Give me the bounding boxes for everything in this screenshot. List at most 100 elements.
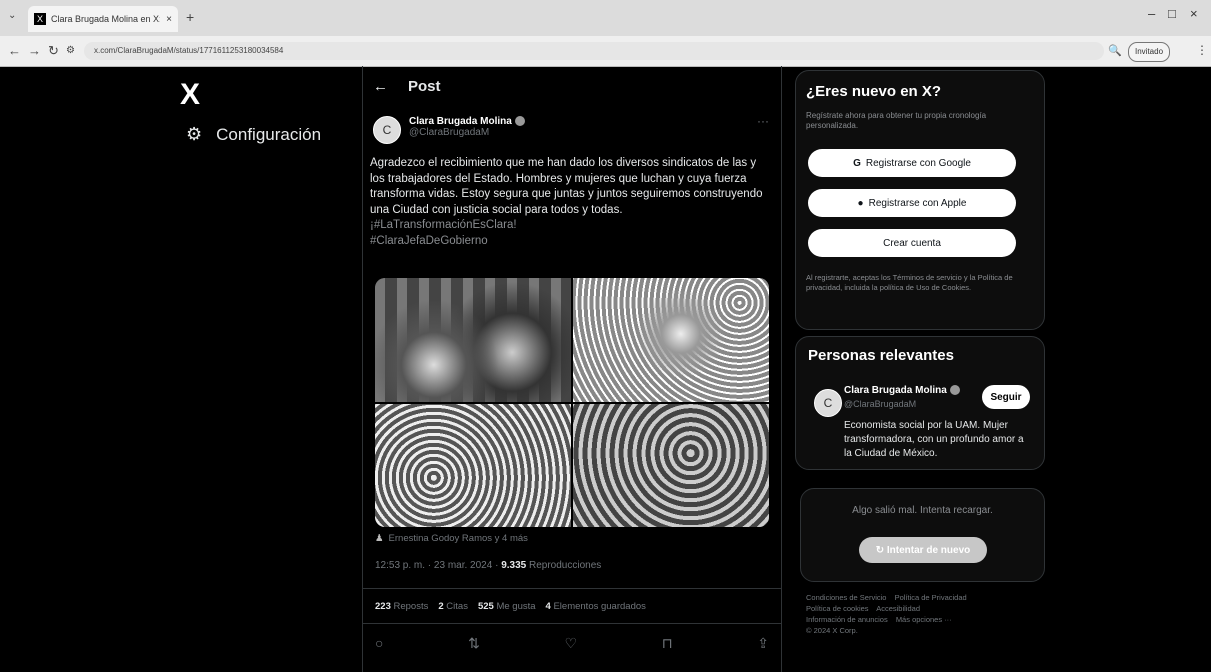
retry-button[interactable]: ↻ Intentar de nuevo bbox=[859, 537, 987, 563]
author-name[interactable]: Clara Brugada Molina bbox=[409, 116, 512, 127]
follow-button[interactable]: Seguir bbox=[982, 385, 1030, 409]
author-handle[interactable]: @ClaraBrugadaM bbox=[409, 127, 525, 138]
timestamp-text[interactable]: 12:53 p. m. · 23 mar. 2024 · bbox=[375, 560, 501, 571]
tab-close-icon[interactable]: × bbox=[166, 14, 172, 25]
retry-label: Intentar de nuevo bbox=[886, 544, 971, 556]
hashtag-link[interactable]: ¡#LaTransformaciónEsClara! bbox=[370, 219, 517, 231]
tagged-label: Ernestina Godoy Ramos y 4 más bbox=[388, 533, 528, 544]
minimize-button[interactable]: – bbox=[1148, 6, 1155, 21]
likes-count: 525 bbox=[477, 601, 494, 612]
page-title: Post bbox=[408, 78, 441, 95]
x-logo[interactable]: X bbox=[180, 78, 200, 112]
footer-link[interactable]: Condiciones de Servicio bbox=[806, 593, 886, 602]
verified-badge-icon bbox=[514, 116, 525, 127]
relevant-name[interactable]: Clara Brugada Molina bbox=[844, 385, 960, 396]
tab-search-icon[interactable]: ⌄ bbox=[8, 10, 16, 21]
signup-description: Regístrate ahora para obtener tu propia … bbox=[806, 111, 987, 130]
forward-arrow-icon[interactable]: → bbox=[28, 43, 41, 58]
relevant-handle[interactable]: @ClaraBrugadaM bbox=[844, 399, 916, 409]
browser-menu-icon[interactable]: ⋮ bbox=[1196, 43, 1208, 57]
divider bbox=[363, 588, 781, 589]
avatar[interactable]: C bbox=[373, 116, 401, 144]
bookmarks-count: 4 bbox=[545, 601, 551, 612]
views-count: 9.335 bbox=[501, 560, 527, 571]
google-signup-label: Registrarse con Google bbox=[865, 157, 971, 169]
post-photo-3[interactable] bbox=[375, 404, 571, 527]
google-signup-button[interactable]: G Registrarse con Google bbox=[808, 149, 1016, 177]
close-window-button[interactable]: × bbox=[1190, 6, 1198, 21]
post-author[interactable]: C Clara Brugada Molina @ClaraBrugadaM bbox=[373, 116, 525, 144]
zoom-icon[interactable]: 🔍 bbox=[1108, 44, 1122, 57]
post-timestamp: 12:53 p. m. · 23 mar. 2024 · 9.335 Repro… bbox=[375, 560, 601, 571]
relevant-name-text: Clara Brugada Molina bbox=[844, 385, 947, 396]
relevant-bio: Economista social por la UAM. Mujer tran… bbox=[844, 420, 1024, 459]
reposts-stat[interactable]: 223 Reposts bbox=[375, 601, 428, 612]
address-bar: ← → ↻ ⚙ x.com/ClaraBrugadaM/status/17716… bbox=[0, 36, 1211, 67]
create-account-button[interactable]: Crear cuenta bbox=[808, 229, 1016, 257]
settings-link[interactable]: ⚙ Configuración bbox=[186, 124, 321, 145]
quotes-label: Citas bbox=[446, 601, 468, 612]
relevant-people-card: Personas relevantes C Clara Brugada Moli… bbox=[795, 336, 1045, 470]
likes-stat[interactable]: 525 Me gusta bbox=[478, 601, 536, 612]
url-field[interactable]: x.com/ClaraBrugadaM/status/1771611253180… bbox=[84, 42, 1104, 60]
footer-link[interactable]: Política de Privacidad bbox=[895, 593, 967, 602]
browser-tab[interactable]: X Clara Brugada Molina en X: "A × bbox=[28, 6, 178, 32]
post-stats: 223 Reposts 2 Citas 525 Me gusta 4 Eleme… bbox=[375, 601, 646, 612]
views-label: Reproducciones bbox=[526, 560, 602, 571]
tagged-people[interactable]: ♟ Ernestina Godoy Ramos y 4 más bbox=[375, 533, 528, 544]
bookmarks-stat: 4 Elementos guardados bbox=[546, 601, 646, 612]
guest-profile-button[interactable]: Invitado bbox=[1128, 42, 1171, 62]
reload-icon[interactable]: ↻ bbox=[48, 43, 59, 59]
new-tab-button[interactable]: + bbox=[186, 9, 194, 25]
post-photo-4[interactable] bbox=[573, 404, 769, 527]
verified-badge-icon bbox=[949, 385, 960, 396]
gear-icon: ⚙ bbox=[186, 124, 203, 144]
back-arrow-icon[interactable]: ← bbox=[8, 43, 21, 58]
signup-card: ¿Eres nuevo en X? Regístrate ahora para … bbox=[795, 70, 1045, 330]
reposts-count: 223 bbox=[375, 601, 391, 612]
footer-link[interactable]: Política de cookies bbox=[806, 604, 869, 613]
settings-label: Configuración bbox=[216, 124, 322, 144]
footer-link[interactable]: Más opciones ··· bbox=[896, 615, 952, 624]
divider bbox=[363, 623, 781, 624]
bookmark-icon[interactable]: ⊓ bbox=[662, 635, 673, 652]
hashtag-link[interactable]: #ClaraJefaDeGobierno bbox=[370, 235, 488, 247]
footer-links: Condiciones de Servicio Política de Priv… bbox=[806, 592, 1042, 636]
relevant-title: Personas relevantes bbox=[808, 347, 954, 364]
share-icon[interactable]: ⇪ bbox=[757, 635, 769, 652]
google-icon: G bbox=[853, 157, 861, 169]
quotes-count: 2 bbox=[438, 601, 444, 612]
post-actions: ○ ⇅ ♡ ⊓ ⇪ bbox=[375, 635, 769, 652]
site-info-icon[interactable]: ⚙ bbox=[66, 45, 75, 56]
apple-signup-button[interactable]: ● Registrarse con Apple bbox=[808, 189, 1016, 217]
x-favicon-icon: X bbox=[34, 13, 46, 25]
photo-grid bbox=[375, 278, 769, 527]
reposts-label: Reposts bbox=[393, 601, 429, 612]
copyright: © 2024 X Corp. bbox=[806, 626, 858, 635]
like-icon[interactable]: ♡ bbox=[564, 635, 577, 652]
repost-icon[interactable]: ⇅ bbox=[468, 635, 480, 652]
person-icon: ♟ bbox=[375, 533, 384, 544]
bookmarks-label: Elementos guardados bbox=[553, 601, 646, 612]
more-options-icon[interactable]: ··· bbox=[757, 114, 769, 128]
reply-icon[interactable]: ○ bbox=[375, 635, 383, 652]
back-arrow-icon[interactable]: ← bbox=[373, 78, 388, 95]
post-photo-1[interactable] bbox=[375, 278, 571, 402]
post-header: ← Post bbox=[373, 78, 441, 95]
footer-link[interactable]: Información de anuncios bbox=[806, 615, 888, 624]
footer-link[interactable]: Accesibilidad bbox=[876, 604, 920, 613]
signup-legal: Al registrarte, aceptas los Términos de … bbox=[806, 273, 1013, 292]
apple-icon: ● bbox=[857, 197, 864, 209]
browser-tab-bar: ⌄ X Clara Brugada Molina en X: "A × + – … bbox=[0, 0, 1211, 36]
create-account-label: Crear cuenta bbox=[883, 237, 941, 249]
tab-title: Clara Brugada Molina en X: "A bbox=[51, 14, 160, 24]
avatar[interactable]: C bbox=[814, 389, 842, 417]
post-photo-2[interactable] bbox=[573, 278, 769, 402]
post-column: ← Post C Clara Brugada Molina @ClaraBrug… bbox=[362, 66, 782, 672]
maximize-button[interactable]: □ bbox=[1168, 6, 1176, 21]
post-body: Agradezco el recibimiento que me han dad… bbox=[370, 157, 763, 216]
quotes-stat[interactable]: 2 Citas bbox=[438, 601, 468, 612]
error-card: Algo salió mal. Intenta recargar. ↻ Inte… bbox=[800, 488, 1045, 582]
post-text: Agradezco el recibimiento que me han dad… bbox=[370, 156, 770, 249]
apple-signup-label: Registrarse con Apple bbox=[868, 197, 967, 209]
